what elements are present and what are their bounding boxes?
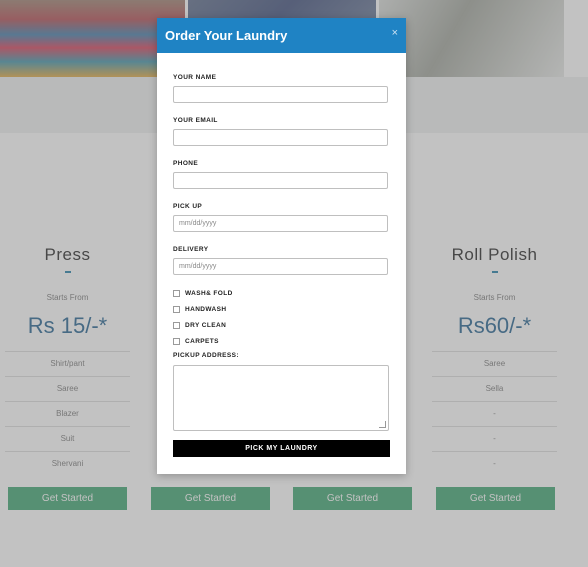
checkbox-label: WASH& FOLD xyxy=(185,289,233,297)
checkbox-label: HANDWASH xyxy=(185,305,227,313)
checkbox-label: CARPETS xyxy=(185,337,219,345)
order-modal: Order Your Laundry × YOUR NAME YOUR EMAI… xyxy=(157,18,406,474)
phone-label: PHONE xyxy=(173,160,199,167)
delivery-label: DELIVERY xyxy=(173,246,209,253)
pickup-label: PICK UP xyxy=(173,203,203,210)
modal-title: Order Your Laundry xyxy=(165,28,288,43)
email-label: YOUR EMAIL xyxy=(173,117,218,124)
service-checkbox-carpets[interactable]: CARPETS xyxy=(173,336,219,346)
modal-header: Order Your Laundry × xyxy=(157,18,406,53)
checkbox[interactable] xyxy=(173,337,180,345)
checkbox-label: DRY CLEAN xyxy=(185,321,227,329)
pick-my-laundry-button[interactable]: PICK MY LAUNDRY xyxy=(173,440,390,457)
checkbox[interactable] xyxy=(173,305,180,313)
address-textarea[interactable] xyxy=(173,365,389,431)
close-icon[interactable]: × xyxy=(392,27,398,39)
checkbox[interactable] xyxy=(173,321,180,329)
phone-field[interactable] xyxy=(173,172,388,189)
email-field[interactable] xyxy=(173,129,388,146)
address-label: PICKUP ADDRESS: xyxy=(173,352,239,359)
service-checkbox-handwash[interactable]: HANDWASH xyxy=(173,304,226,314)
pickup-date-field[interactable]: mm/dd/yyyy xyxy=(173,215,388,232)
checkbox[interactable] xyxy=(173,289,180,297)
service-checkbox-dry-clean[interactable]: DRY CLEAN xyxy=(173,320,226,330)
name-field[interactable] xyxy=(173,86,388,103)
service-checkbox-wash-fold[interactable]: WASH& FOLD xyxy=(173,288,233,298)
resize-handle-icon[interactable] xyxy=(379,421,386,428)
name-label: YOUR NAME xyxy=(173,74,217,81)
delivery-date-field[interactable]: mm/dd/yyyy xyxy=(173,258,388,275)
